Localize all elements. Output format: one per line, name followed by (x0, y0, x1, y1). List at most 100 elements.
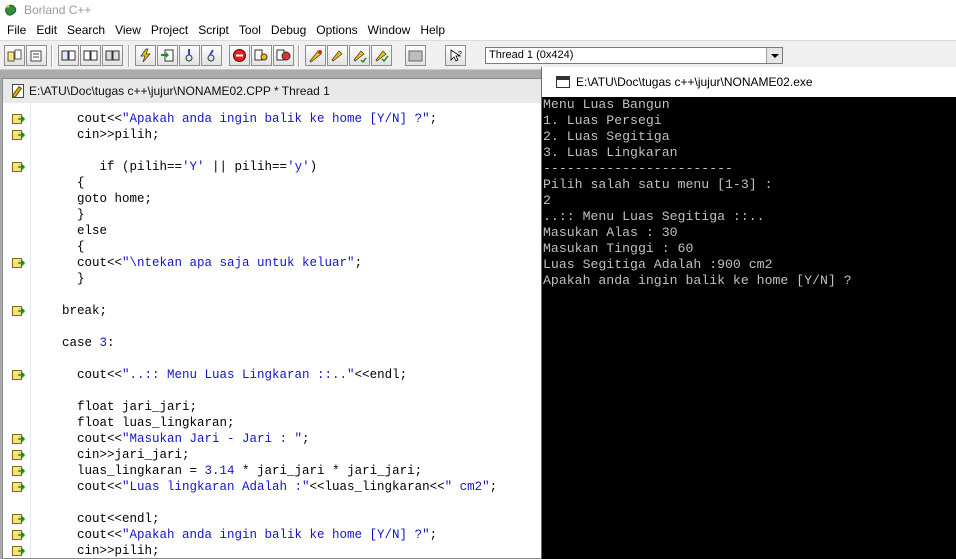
console-window[interactable]: E:\ATU\Doc\tugas c++\jujur\NONAME02.exe … (541, 67, 956, 559)
watch-list-icon[interactable] (349, 45, 370, 66)
code-line[interactable]: cout<<"Apakah anda ingin balik ke home [… (3, 527, 543, 543)
breakpoint-marker-icon[interactable] (12, 465, 26, 477)
evaluate-icon[interactable] (273, 45, 294, 66)
breakpoint-marker-icon[interactable] (12, 113, 26, 125)
folder-icon[interactable] (405, 45, 426, 66)
code-text: break; (32, 303, 107, 319)
breakpoint-marker-icon[interactable] (12, 529, 26, 541)
check-watch-icon[interactable] (371, 45, 392, 66)
breakpoint-marker-icon[interactable] (12, 433, 26, 445)
menu-project[interactable]: Project (146, 23, 193, 37)
console-line: Masukan Tinggi : 60 (543, 241, 694, 256)
menu-debug[interactable]: Debug (266, 23, 311, 37)
code-line[interactable]: cout<<"Apakah anda ingin balik ke home [… (3, 111, 543, 127)
code-line[interactable]: cout<<endl; (3, 511, 543, 527)
code-line[interactable] (3, 495, 543, 511)
menu-tool[interactable]: Tool (234, 23, 266, 37)
menu-window[interactable]: Window (363, 23, 416, 37)
code-token: float luas_lingkaran; (32, 416, 235, 430)
menu-view[interactable]: View (110, 23, 146, 37)
trace-into-icon[interactable] (179, 45, 200, 66)
console-title-bar[interactable]: E:\ATU\Doc\tugas c++\jujur\NONAME02.exe (542, 67, 956, 97)
code-line[interactable]: { (3, 175, 543, 191)
chevron-down-icon[interactable] (766, 48, 782, 63)
code-line[interactable]: cout<<"\ntekan apa saja untuk keluar"; (3, 255, 543, 271)
code-line[interactable] (3, 351, 543, 367)
code-line[interactable]: cin>>pilih; (3, 543, 543, 558)
toolbar-separator (128, 45, 130, 67)
breakpoint-marker-icon[interactable] (12, 369, 26, 381)
code-token: ; (354, 256, 363, 270)
app-title-bar: Borland C++ (0, 0, 956, 19)
editor-window[interactable]: E:\ATU\Doc\tugas c++\jujur\NONAME02.CPP … (2, 78, 544, 559)
code-line[interactable]: if (pilih=='Y' || pilih=='y') (3, 159, 543, 175)
console-output[interactable]: Menu Luas Bangun 1. Luas Persegi 2. Luas S… (542, 97, 956, 559)
code-text: float jari_jari; (32, 399, 197, 415)
code-text: case 3: (32, 335, 115, 351)
code-line[interactable]: cin>>pilih; (3, 127, 543, 143)
step-over-icon[interactable] (157, 45, 178, 66)
code-line[interactable]: goto home; (3, 191, 543, 207)
code-line[interactable] (3, 287, 543, 303)
code-line[interactable]: } (3, 271, 543, 287)
menu-options[interactable]: Options (311, 23, 362, 37)
code-text: cout<<endl; (32, 511, 160, 527)
code-line[interactable]: float jari_jari; (3, 399, 543, 415)
code-text: cout<<"Masukan Jari - Jari : "; (32, 431, 310, 447)
code-token: cout<< (32, 256, 123, 270)
code-line[interactable]: cin>>jari_jari; (3, 447, 543, 463)
code-text: cin>>pilih; (32, 127, 160, 143)
menu-script[interactable]: Script (193, 23, 234, 37)
code-line[interactable]: else (3, 223, 543, 239)
menu-edit[interactable]: Edit (31, 23, 62, 37)
breakpoint-marker-icon[interactable] (12, 161, 26, 173)
thread-selector-value: Thread 1 (0x424) (489, 49, 574, 61)
code-line[interactable]: float luas_lingkaran; (3, 415, 543, 431)
code-token: case (32, 336, 100, 350)
make-icon[interactable] (58, 45, 79, 66)
breakpoint-marker-icon[interactable] (12, 513, 26, 525)
code-line[interactable] (3, 143, 543, 159)
build-all-icon[interactable] (80, 45, 101, 66)
code-text: float luas_lingkaran; (32, 415, 235, 431)
step-icon[interactable] (201, 45, 222, 66)
stop-icon[interactable] (229, 45, 250, 66)
menu-search[interactable]: Search (62, 23, 110, 37)
code-line[interactable]: cout<<"Masukan Jari - Jari : "; (3, 431, 543, 447)
code-line[interactable]: cout<<"..:: Menu Luas Lingkaran ::.."<<e… (3, 367, 543, 383)
breakpoint-marker-icon[interactable] (12, 481, 26, 493)
code-line[interactable]: { (3, 239, 543, 255)
open-file-icon[interactable] (26, 45, 47, 66)
run-lightning-icon[interactable] (135, 45, 156, 66)
code-token: <<luas_lingkaran<< (309, 480, 445, 494)
code-text: } (32, 207, 85, 223)
compile-icon[interactable] (102, 45, 123, 66)
add-watch-icon[interactable] (327, 45, 348, 66)
breakpoint-marker-icon[interactable] (12, 129, 26, 141)
thread-selector[interactable]: Thread 1 (0x424) (485, 47, 783, 64)
menu-file[interactable]: File (2, 23, 31, 37)
menu-help[interactable]: Help (415, 23, 450, 37)
code-line[interactable]: luas_lingkaran = 3.14 * jari_jari * jari… (3, 463, 543, 479)
code-line[interactable] (3, 319, 543, 335)
inspect-icon[interactable] (251, 45, 272, 66)
breakpoint-marker-icon[interactable] (12, 449, 26, 461)
editor-title-bar[interactable]: E:\ATU\Doc\tugas c++\jujur\NONAME02.CPP … (3, 79, 543, 103)
open-project-icon[interactable] (4, 45, 25, 66)
add-breakpoint-icon[interactable] (305, 45, 326, 66)
console-line: Apakah anda ingin balik ke home [Y/N] ? (543, 273, 852, 288)
code-token: float jari_jari; (32, 400, 198, 414)
help-pointer-icon[interactable]: ? (445, 45, 466, 66)
code-line[interactable]: break; (3, 303, 543, 319)
toolbar: ? Thread 1 (0x424) (0, 40, 956, 70)
breakpoint-marker-icon[interactable] (12, 257, 26, 269)
code-editor[interactable]: cout<<"Apakah anda ingin balik ke home [… (3, 103, 543, 558)
code-line[interactable]: } (3, 207, 543, 223)
code-line[interactable]: case 3: (3, 335, 543, 351)
code-line[interactable] (3, 383, 543, 399)
code-token: cout<< (32, 528, 123, 542)
breakpoint-marker-icon[interactable] (12, 305, 26, 317)
code-line[interactable]: cout<<"Luas lingkaran Adalah :"<<luas_li… (3, 479, 543, 495)
breakpoint-marker-icon[interactable] (12, 545, 26, 557)
code-text: else (32, 223, 107, 239)
